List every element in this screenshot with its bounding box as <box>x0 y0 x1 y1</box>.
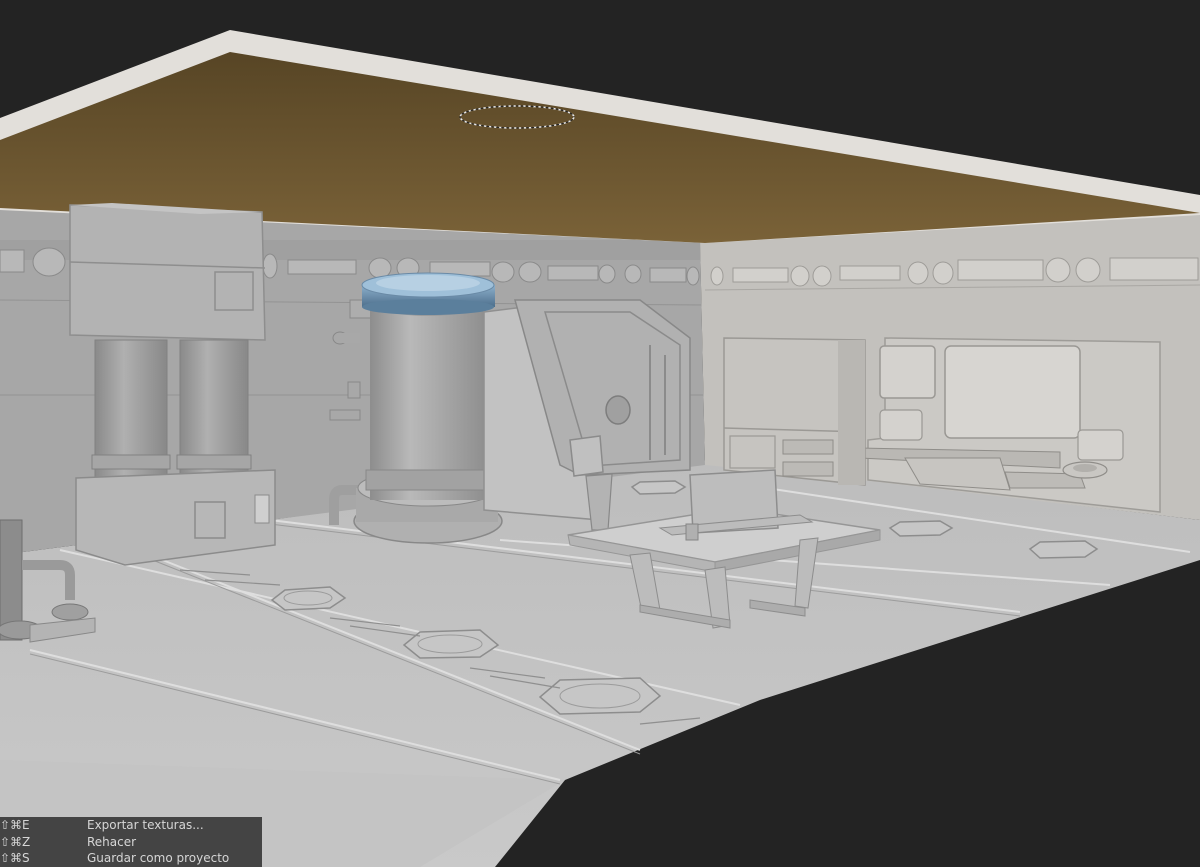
3d-viewport[interactable] <box>0 0 1200 867</box>
context-menu: ⇧⌘E Exportar texturas... ⇧⌘Z Rehacer ⇧⌘S… <box>0 817 262 867</box>
menu-item-redo[interactable]: ⇧⌘Z Rehacer <box>0 834 262 851</box>
menu-item-label: Guardar como proyecto <box>87 851 230 865</box>
shortcut-label: ⇧⌘E <box>0 818 30 832</box>
shortcut-label: ⇧⌘S <box>0 851 30 865</box>
menu-item-label: Rehacer <box>87 834 137 849</box>
menu-item-export-textures[interactable]: ⇧⌘E Exportar texturas... <box>0 817 262 834</box>
menu-item-save-as-project[interactable]: ⇧⌘S Guardar como proyecto <box>0 850 262 867</box>
menu-item-label: Exportar texturas... <box>87 818 204 832</box>
shortcut-label: ⇧⌘Z <box>0 834 31 849</box>
wall-cabinet <box>723 337 866 486</box>
